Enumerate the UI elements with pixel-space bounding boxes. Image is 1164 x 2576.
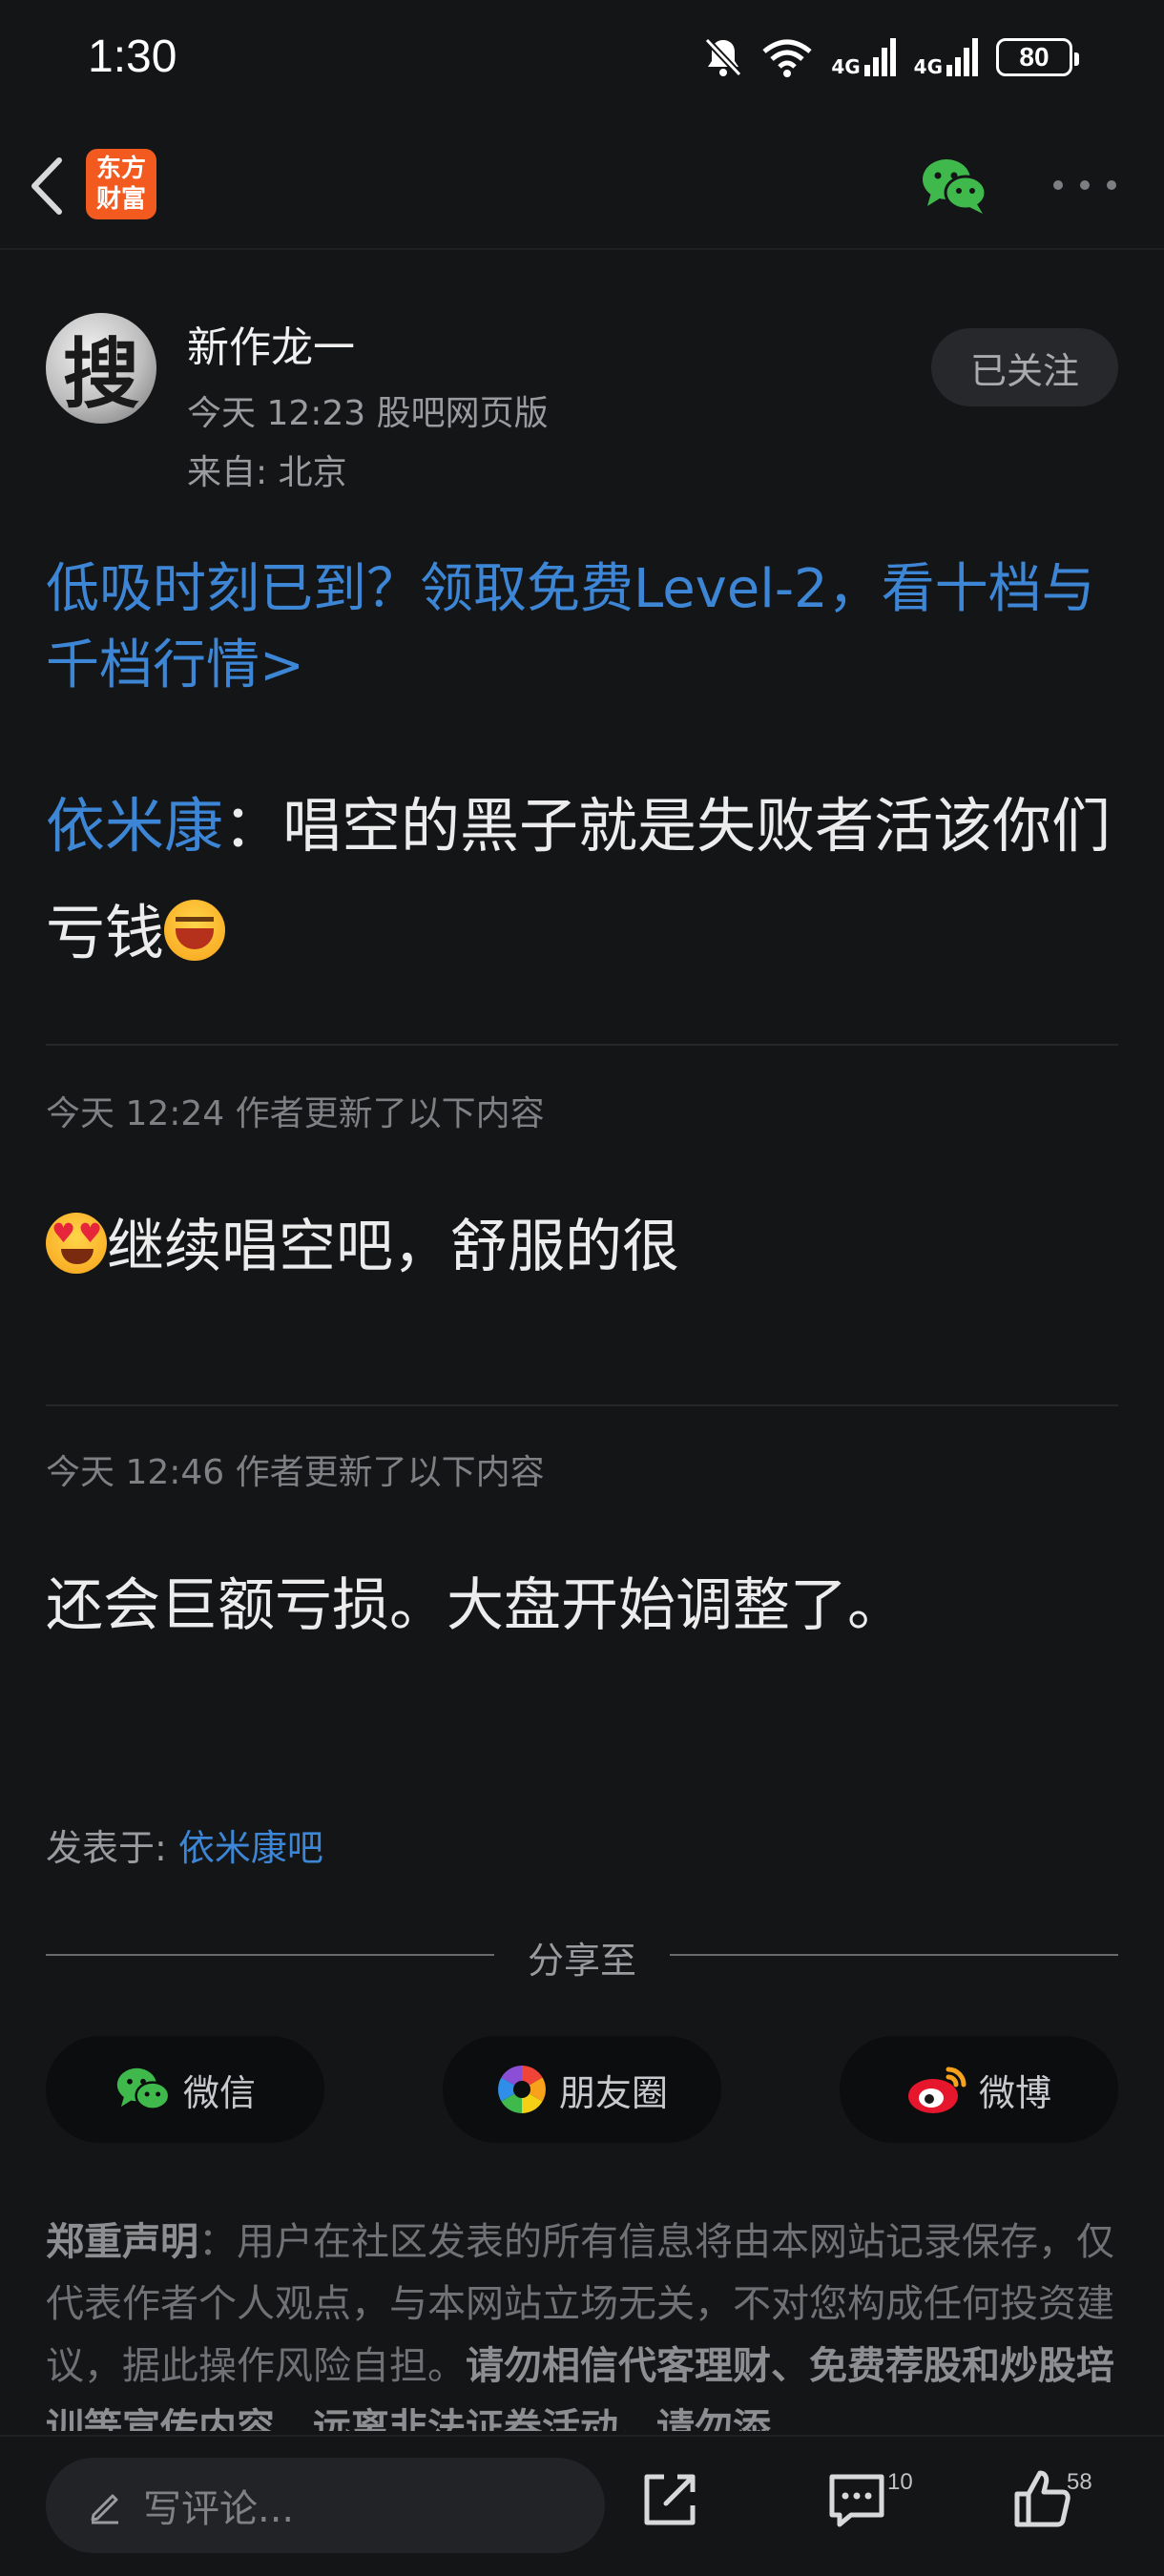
promo-link[interactable]: 低吸时刻已到？领取免费Level-2，看十档与千档行情> (46, 551, 1118, 704)
battery-level: 80 (1019, 42, 1050, 72)
disclaimer-heading: 郑重声明 (46, 2220, 198, 2264)
post-location: 来自: 北京 (187, 453, 347, 492)
signal-2: 4G (914, 38, 979, 76)
share-weibo-button[interactable]: 微博 (840, 2036, 1118, 2143)
weibo-icon (907, 2067, 967, 2113)
share-moments-button[interactable]: 朋友圈 (443, 2036, 721, 2143)
share-icon[interactable] (635, 2465, 704, 2534)
update-text: 继续唱空吧，舒服的很 (46, 1200, 1118, 1283)
update-meta: 今天 12:24 作者更新了以下内容 (46, 1094, 545, 1133)
back-arrow-icon[interactable] (23, 153, 71, 219)
more-dot (1107, 180, 1116, 190)
more-icon[interactable] (1053, 166, 1116, 204)
update-text-content: 继续唱空吧，舒服的很 (107, 1214, 679, 1280)
like-count-badge: 58 (1067, 2469, 1092, 2495)
post-meta: 今天 12:23 股吧网页版 (187, 394, 549, 433)
laughing-emoji (164, 900, 226, 961)
moments-icon (498, 2066, 546, 2113)
divider (46, 1404, 1118, 1406)
avatar[interactable]: 搜 (46, 313, 156, 424)
wifi-icon (762, 39, 812, 77)
share-divider-right (670, 1954, 1118, 1956)
status-time: 1:30 (88, 31, 177, 82)
status-bar: 1:30 4G 4G 80 (0, 0, 1164, 114)
share-moments-label: 朋友圈 (558, 2071, 668, 2114)
app-header: 东方财富 (0, 124, 1164, 250)
share-wechat-label: 微信 (182, 2071, 256, 2114)
pencil-icon (91, 2494, 118, 2524)
mute-bell-icon (704, 37, 742, 77)
heart-eyes-emoji (46, 1213, 107, 1274)
author-name[interactable]: 新作龙一 (187, 313, 355, 374)
comment-input[interactable]: 写评论... (46, 2458, 605, 2553)
share-wechat-button[interactable]: 微信 (46, 2036, 324, 2143)
status-icons: 4G 4G 80 (703, 34, 1079, 80)
network-label-1: 4G (831, 55, 861, 78)
update-text: 还会巨额亏损。大盘开始调整了。 (46, 1572, 904, 1639)
logo-text: 东方财富 (95, 155, 146, 214)
posted-in-label: 发表于: (46, 1827, 178, 1869)
bottom-bar: 写评论... 10 58 (0, 2435, 1164, 2576)
share-header: 分享至 (46, 1927, 1118, 1982)
network-label-2: 4G (913, 55, 943, 78)
signal-icon (863, 38, 896, 76)
follow-button[interactable]: 已关注 (931, 328, 1118, 406)
avatar-char: 搜 (63, 329, 139, 419)
update-meta: 今天 12:46 作者更新了以下内容 (46, 1453, 545, 1492)
signal-1: 4G (831, 38, 896, 76)
comment-icon[interactable] (822, 2465, 891, 2534)
bar-link[interactable]: 依米康吧 (178, 1827, 323, 1869)
more-dot (1080, 180, 1090, 190)
wechat-icon (116, 2067, 171, 2110)
mention-colon: ： (223, 791, 283, 861)
share-title: 分享至 (527, 1940, 636, 1982)
comment-count-badge: 10 (887, 2469, 913, 2495)
more-dot (1053, 180, 1063, 190)
stock-mention-link[interactable]: 依米康 (46, 791, 223, 861)
post-body: 依米康：唱空的黑子就是失败者活该你们亏钱 (46, 773, 1118, 987)
divider (46, 1044, 1118, 1046)
share-weibo-label: 微博 (978, 2071, 1051, 2114)
app-logo[interactable]: 东方财富 (86, 149, 156, 219)
battery-icon: 80 (996, 38, 1079, 76)
signal-icon (946, 38, 978, 76)
comment-placeholder: 写评论... (143, 2487, 295, 2531)
posted-in: 发表于: 依米康吧 (46, 1818, 323, 1871)
author-section: 搜 新作龙一 今天 12:23 股吧网页版 来自: 北京 已关注 (46, 305, 1118, 496)
wechat-icon[interactable] (920, 153, 988, 218)
disclaimer: 郑重声明：用户在社区发表的所有信息将由本网站记录保存，仅代表作者个人观点，与本网… (46, 2212, 1118, 2431)
